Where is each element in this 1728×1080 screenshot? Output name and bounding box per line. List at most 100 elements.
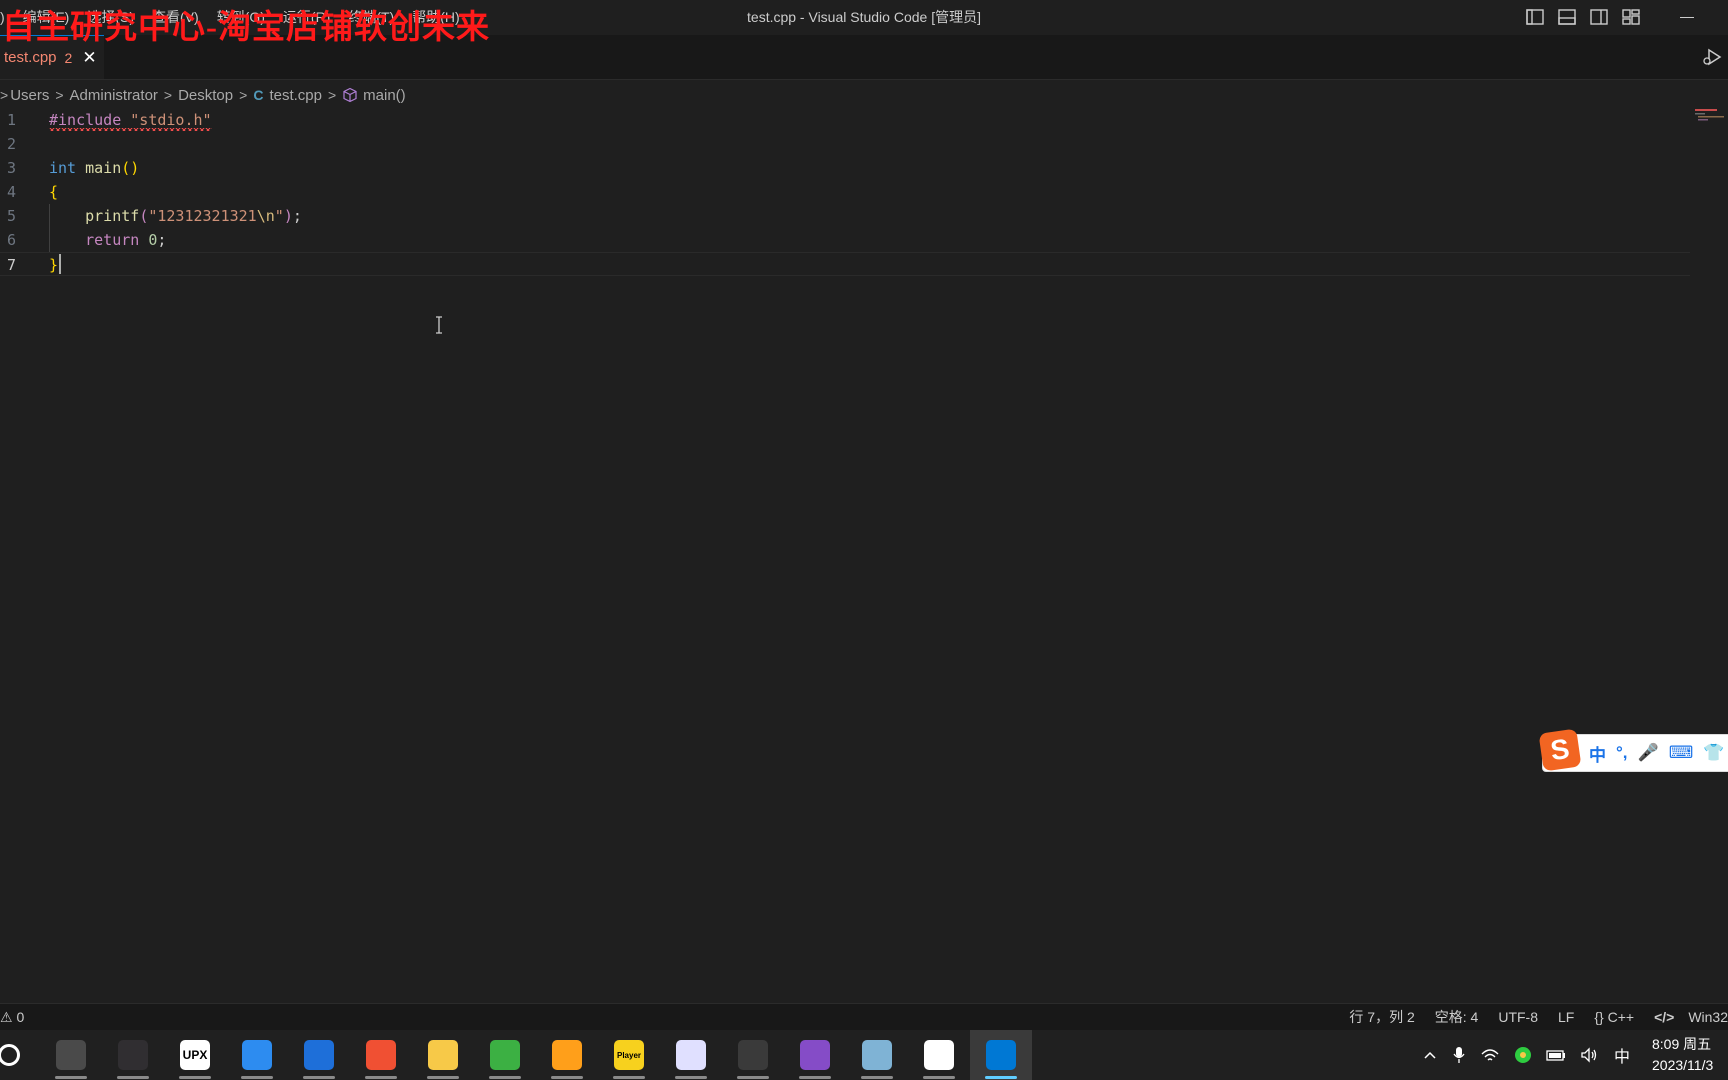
breadcrumb-administrator[interactable]: Administrator — [70, 87, 158, 104]
breadcrumb-separator: > — [55, 87, 64, 103]
run-debug-icon[interactable] — [1700, 45, 1724, 69]
taskbar-app-explorer[interactable] — [412, 1030, 474, 1080]
store-icon — [304, 1040, 334, 1070]
wifi-icon[interactable] — [1480, 1047, 1500, 1063]
taskbar-app-vscode[interactable] — [970, 1030, 1032, 1080]
close-icon[interactable]: ✕ — [82, 49, 96, 66]
watermark-text: 自主研究中心-淘宝店铺软创未来 — [2, 10, 490, 46]
indentation[interactable]: 空格: 4 — [1435, 1007, 1479, 1027]
taskbar-app-bird[interactable] — [660, 1030, 722, 1080]
line-number: 1 — [7, 111, 17, 129]
app-tray-icon[interactable] — [1514, 1046, 1532, 1064]
toggle-panel-icon[interactable] — [1556, 6, 1578, 28]
taskbar-app-store[interactable] — [288, 1030, 350, 1080]
vscode-icon — [986, 1040, 1016, 1070]
taskbar-app-browser[interactable] — [474, 1030, 536, 1080]
code-text: int main() — [49, 156, 139, 180]
code-line[interactable]: 1 #include "stdio.h" — [0, 108, 1690, 132]
taskbar-app-editor[interactable] — [846, 1030, 908, 1080]
taskbar-app-media[interactable] — [722, 1030, 784, 1080]
problems-indicator[interactable]: ⚠ 0 — [0, 1009, 24, 1026]
skin-icon[interactable]: 👕 — [1703, 743, 1724, 763]
running-indicator — [427, 1076, 459, 1079]
running-indicator — [365, 1076, 397, 1079]
breadcrumb-file[interactable]: test.cpp — [269, 87, 322, 104]
code-editor[interactable]: 1 #include "stdio.h" 2 3 int main() 4{5 print… — [0, 108, 1690, 998]
minimize-icon[interactable] — [1680, 17, 1694, 18]
ime-punctuation[interactable]: °, — [1616, 743, 1628, 763]
code-line[interactable]: 3 int main() — [0, 156, 1690, 180]
system-clock[interactable]: 8:09 周五 2023/11/3 — [1652, 1034, 1713, 1076]
visual-studio-icon — [800, 1040, 830, 1070]
code-token: { — [49, 183, 59, 201]
music-icon — [552, 1040, 582, 1070]
code-line[interactable]: 4{ — [0, 180, 1690, 204]
text-cursor-icon — [436, 316, 442, 334]
keyboard-icon[interactable]: ⌨ — [1669, 743, 1694, 763]
code-token: ) — [283, 207, 293, 225]
book-icon — [242, 1040, 272, 1070]
tab-problem-count: 2 — [64, 49, 73, 66]
running-indicator — [861, 1076, 893, 1079]
sogou-logo-icon[interactable]: S — [1538, 728, 1582, 772]
taskbar-app-search[interactable] — [0, 1030, 40, 1080]
tab-label: test.cpp — [4, 49, 57, 66]
taskbar: 中 8:09 周五 2023/11/3 UPX Player — [0, 1030, 1728, 1080]
breadcrumb-desktop[interactable]: Desktop — [178, 87, 233, 104]
breadcrumb-symbol[interactable]: main() — [363, 87, 406, 104]
battery-icon[interactable] — [1546, 1048, 1566, 1062]
line-number: 7 — [7, 256, 17, 274]
microphone-icon[interactable] — [1452, 1046, 1466, 1064]
ime-mode[interactable]: 中 — [1589, 741, 1606, 766]
input-method-indicator[interactable]: 中 — [1614, 1043, 1630, 1067]
upx-icon: UPX — [180, 1040, 210, 1070]
taskbar-app-git[interactable] — [350, 1030, 412, 1080]
todesk-icon — [924, 1040, 954, 1070]
window-controls — [1660, 0, 1694, 35]
code-token: main — [85, 159, 122, 177]
breadcrumb-users[interactable]: Users — [10, 87, 49, 104]
toggle-secondary-sidebar-icon[interactable] — [1588, 6, 1610, 28]
code-token: "12312321321 — [148, 207, 257, 225]
taskbar-app-visual-studio[interactable] — [784, 1030, 846, 1080]
code-token: () — [121, 159, 140, 177]
text-caret — [59, 254, 61, 274]
encoding[interactable]: UTF-8 — [1498, 1009, 1538, 1025]
indent-guide — [49, 204, 50, 252]
taskbar-app-obs[interactable] — [102, 1030, 164, 1080]
taskbar-app-todesk[interactable] — [908, 1030, 970, 1080]
search-icon — [0, 1044, 20, 1066]
code-line[interactable]: 6 return 0; — [0, 228, 1690, 252]
platform[interactable]: Win32 — [1688, 1009, 1728, 1025]
taskbar-app-notes[interactable] — [40, 1030, 102, 1080]
volume-icon[interactable] — [1580, 1047, 1600, 1063]
toggle-primary-sidebar-icon[interactable] — [1524, 6, 1546, 28]
customize-layout-icon[interactable] — [1620, 6, 1642, 28]
code-line[interactable]: 5 printf("12312321321\n"); — [0, 204, 1690, 228]
taskbar-app-player[interactable]: Player — [598, 1030, 660, 1080]
code-line[interactable]: 7} — [0, 252, 1690, 276]
taskbar-app-upx[interactable]: UPX — [164, 1030, 226, 1080]
breadcrumb-separator: > — [327, 87, 337, 103]
microphone-icon[interactable]: 🎤 — [1638, 743, 1659, 763]
chevron-up-icon[interactable] — [1422, 1047, 1438, 1063]
taskbar-app-book[interactable] — [226, 1030, 288, 1080]
code-line[interactable]: 2 — [0, 132, 1690, 156]
running-indicator — [551, 1076, 583, 1079]
breadcrumb-separator: > — [0, 87, 9, 103]
remote-icon[interactable]: </> — [1654, 1009, 1674, 1025]
line-number: 6 — [7, 231, 17, 249]
code-token: "stdio.h" — [130, 111, 212, 129]
code-text: printf("12312321321\n"); — [49, 204, 302, 228]
cursor-position[interactable]: 行 7，列 2 — [1349, 1007, 1414, 1027]
running-indicator — [613, 1076, 645, 1079]
minimap[interactable] — [1695, 108, 1725, 128]
line-number: 4 — [7, 183, 17, 201]
line-number: 5 — [7, 207, 17, 225]
taskbar-app-music[interactable] — [536, 1030, 598, 1080]
end-of-line[interactable]: LF — [1558, 1009, 1574, 1025]
language-mode[interactable]: {} C++ — [1594, 1009, 1634, 1025]
notes-icon — [56, 1040, 86, 1070]
ime-toolbar: S 中 °, 🎤 ⌨ 👕 — [1538, 728, 1728, 772]
